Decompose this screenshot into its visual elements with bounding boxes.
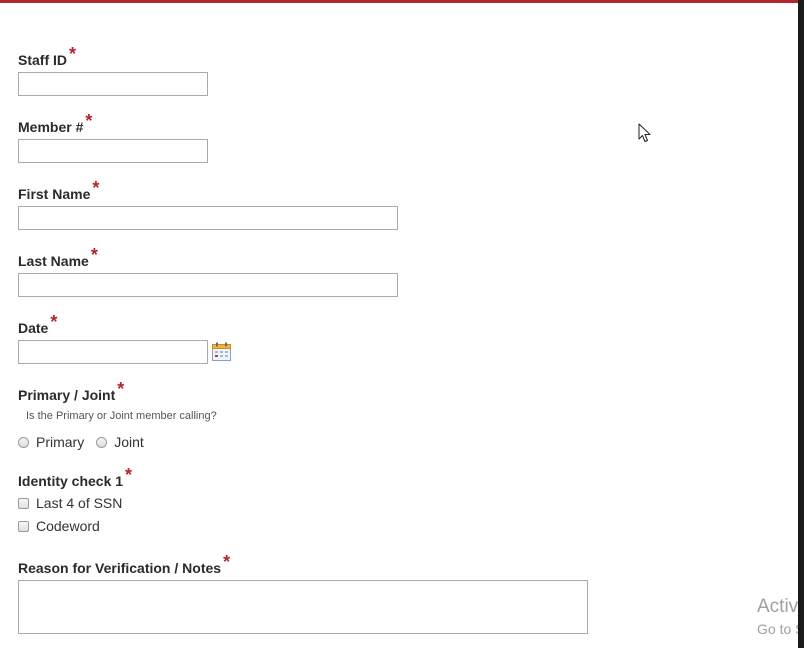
window-edge: [798, 0, 804, 648]
activate-windows-watermark: Activate Windows: [757, 596, 798, 617]
watermark-clip: Activate Windows Go to Settings to activ…: [0, 0, 798, 648]
activate-windows-hint: Go to Settings to activate Windows.: [757, 621, 798, 637]
